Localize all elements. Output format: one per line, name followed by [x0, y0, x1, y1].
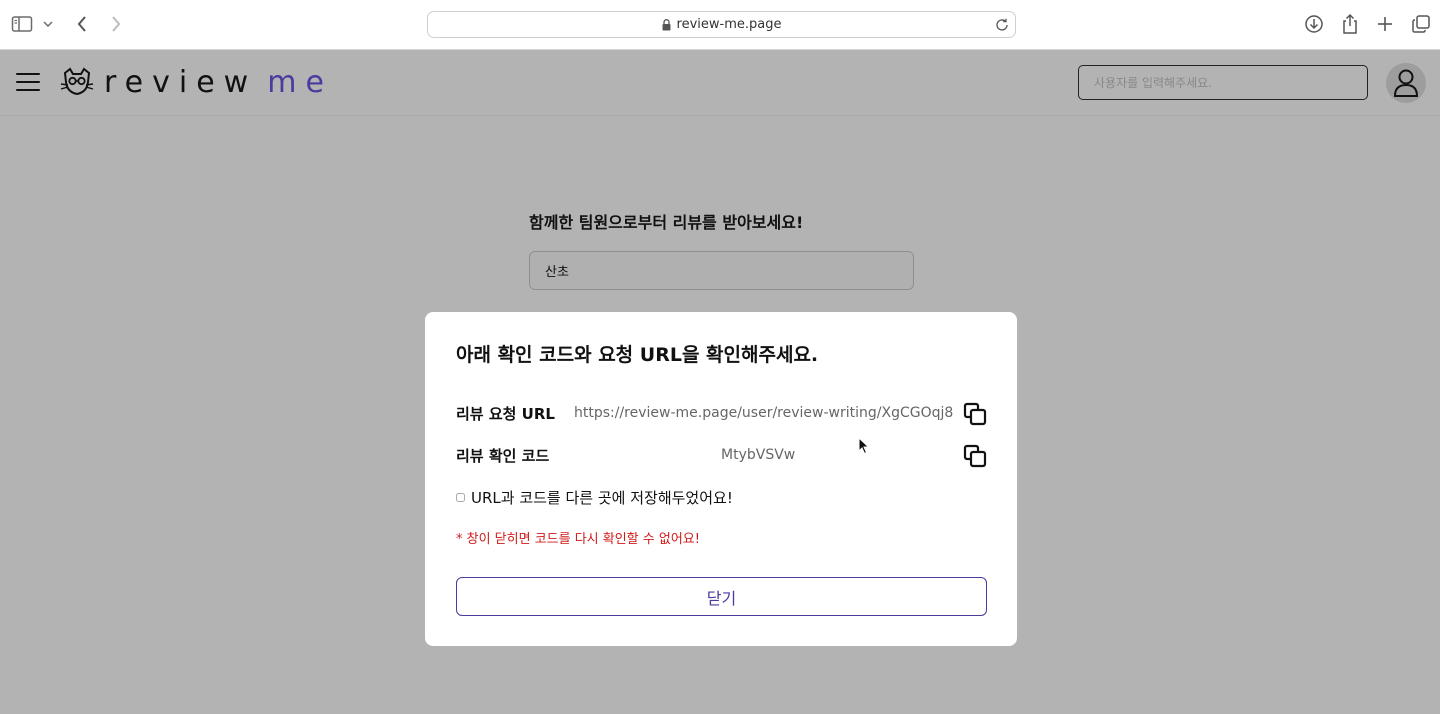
copy-icon: [963, 444, 987, 468]
forward-icon[interactable]: [104, 12, 128, 36]
logo-accent-text: me: [267, 64, 333, 100]
back-icon[interactable]: [70, 12, 94, 36]
saved-confirm-checkbox[interactable]: [456, 493, 465, 502]
avatar[interactable]: [1386, 63, 1426, 103]
sidebar-icon[interactable]: [10, 12, 34, 36]
address-bar[interactable]: review-me.page: [427, 11, 1016, 38]
menu-icon[interactable]: [16, 70, 40, 94]
reload-icon[interactable]: [994, 17, 1010, 33]
saved-confirm-row[interactable]: URL과 코드를 다른 곳에 저장해두었어요!: [456, 487, 733, 508]
close-button[interactable]: 닫기: [456, 577, 987, 616]
download-icon[interactable]: [1302, 12, 1326, 36]
site-header: review me: [0, 50, 1440, 116]
lock-icon: [662, 18, 671, 31]
modal-title: 아래 확인 코드와 요청 URL을 확인해주세요.: [456, 344, 819, 366]
copy-code-button[interactable]: [962, 443, 988, 469]
review-link-modal: 아래 확인 코드와 요청 URL을 확인해주세요. 리뷰 요청 URL http…: [425, 312, 1017, 646]
logo-text: review: [104, 64, 258, 100]
mouse-cursor-icon: [858, 437, 870, 455]
warning-text: * 창이 닫히면 코드를 다시 확인할 수 없어요!: [456, 532, 700, 547]
page-heading: 함께한 팀원으로부터 리뷰를 받아보세요!: [529, 213, 804, 232]
user-search-input[interactable]: [1078, 65, 1368, 100]
name-input[interactable]: [529, 251, 914, 290]
plus-icon[interactable]: [1373, 12, 1397, 36]
review-url-value: https://review-me.page/user/review-writi…: [574, 405, 954, 421]
review-code-value: MtybVSVw: [721, 447, 796, 463]
user-icon: [1393, 69, 1419, 97]
saved-confirm-label: URL과 코드를 다른 곳에 저장해두었어요!: [471, 489, 733, 507]
copy-icon: [963, 402, 987, 426]
review-code-label: 리뷰 확인 코드: [456, 447, 550, 465]
share-icon[interactable]: [1338, 12, 1362, 36]
review-url-label: 리뷰 요청 URL: [456, 405, 555, 423]
copy-url-button[interactable]: [962, 401, 988, 427]
cat-logo-icon: [60, 67, 94, 96]
chevron-down-icon[interactable]: [38, 12, 58, 36]
tabs-icon[interactable]: [1409, 12, 1433, 36]
address-url: review-me.page: [676, 17, 782, 32]
browser-toolbar: review-me.page: [0, 0, 1440, 50]
logo[interactable]: review me: [60, 64, 333, 100]
